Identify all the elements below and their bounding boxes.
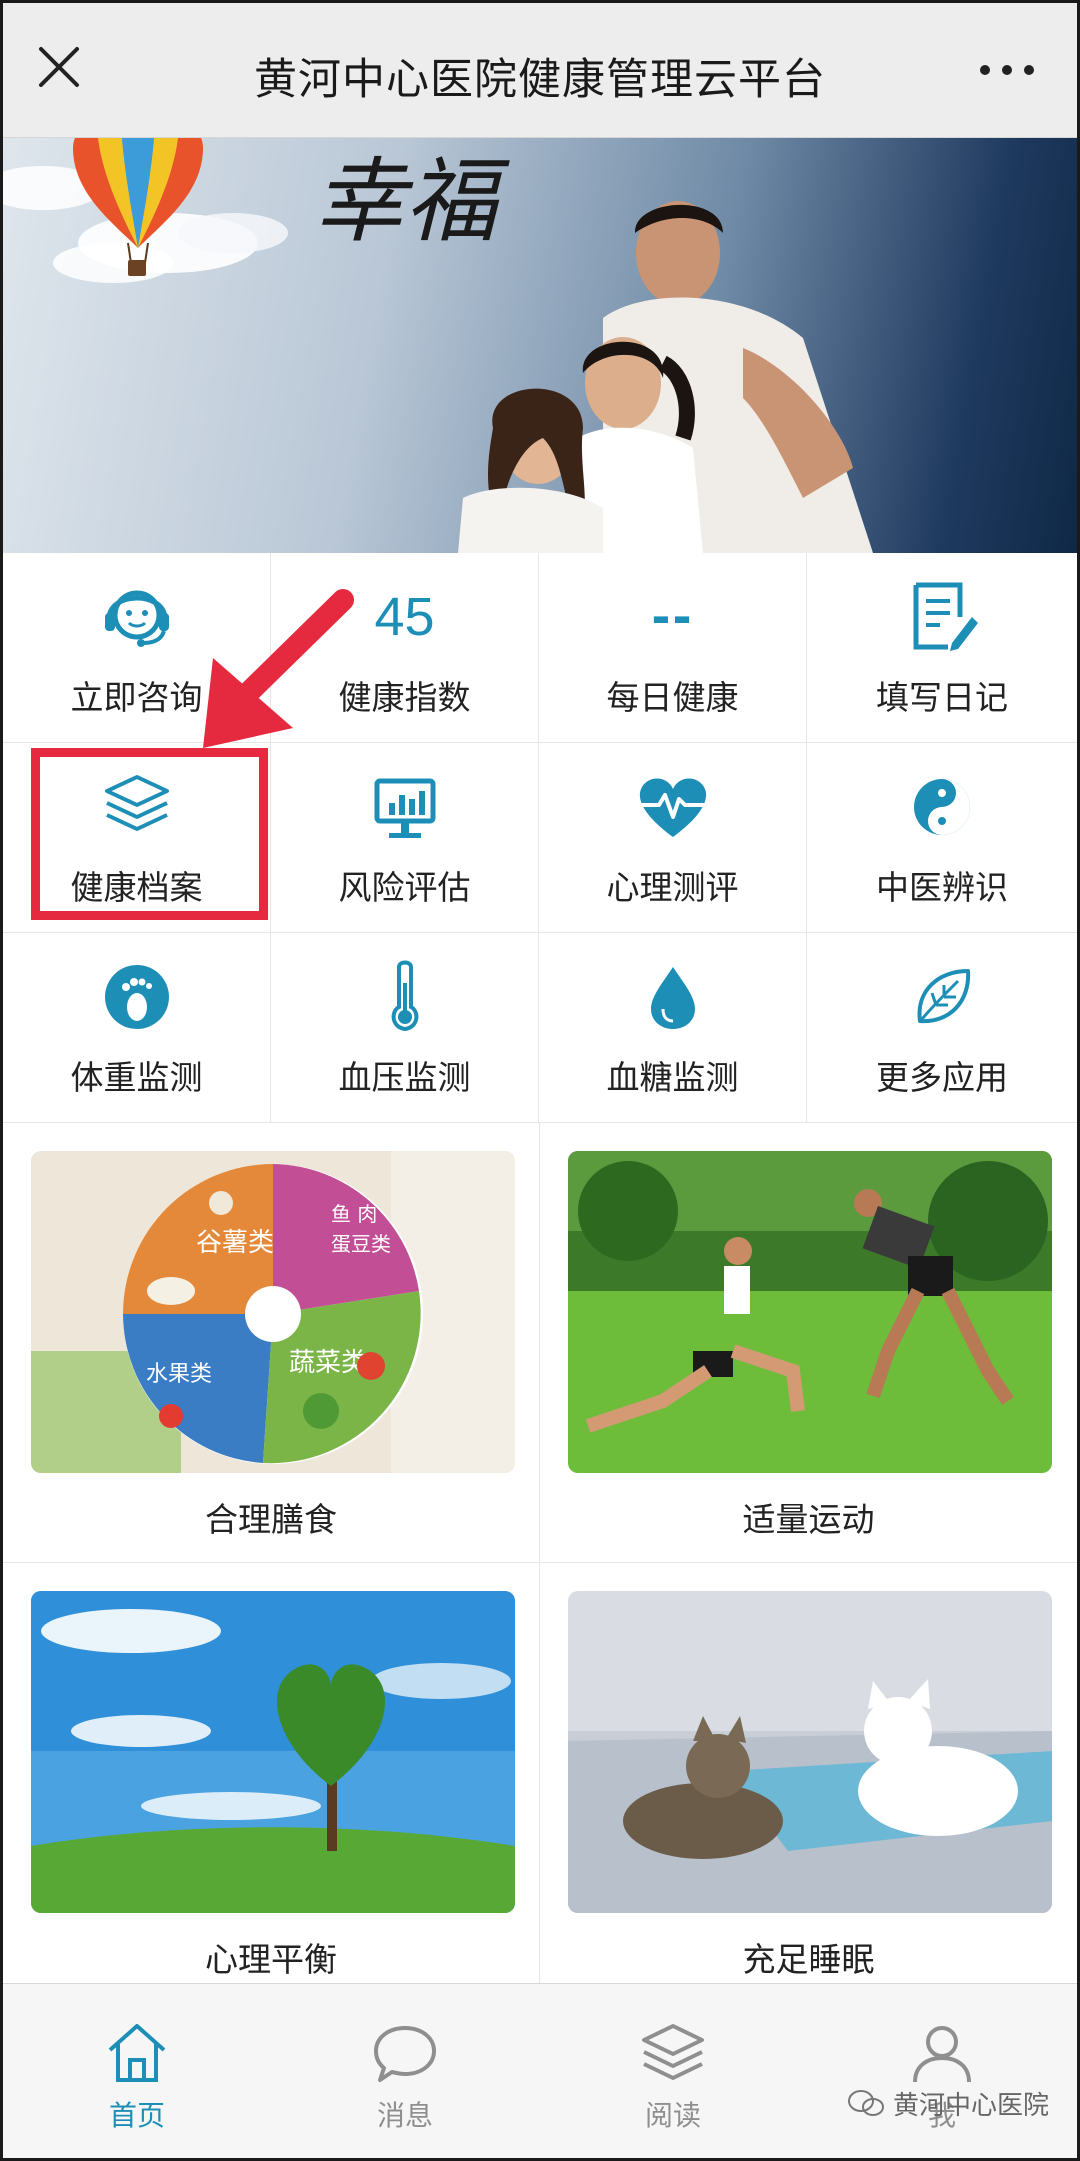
grid-label: 中医辨识 — [876, 868, 1008, 907]
footprint-icon — [104, 965, 169, 1029]
diet-image: 谷薯类 鱼 肉 蛋豆类 水果类 蔬菜类 — [31, 1151, 515, 1473]
yin-yang-icon — [914, 779, 970, 835]
grid-label: 风险评估 — [338, 868, 471, 907]
home-icon — [108, 2024, 166, 2082]
family-figures — [458, 201, 873, 553]
grid-label: 填写日记 — [876, 678, 1008, 717]
card-diet[interactable]: 谷薯类 鱼 肉 蛋豆类 水果类 蔬菜类 合理膳食 — [3, 1123, 540, 1563]
tab-home[interactable]: 首页 — [3, 1984, 271, 2158]
red-arrow-icon — [203, 589, 354, 748]
bottom-nav: 首页 消息 阅读 我 — [3, 1983, 1077, 2158]
page-title: 黄河中心医院健康管理云平台 — [254, 55, 826, 105]
tab-me[interactable]: 我 — [807, 1984, 1077, 2158]
edit-note-icon — [913, 582, 978, 651]
thermometer-icon — [391, 960, 418, 1032]
top-bar: 黄河中心医院健康管理云平台 — [3, 3, 1077, 138]
sleep-image — [568, 1591, 1052, 1913]
heart-pulse-icon — [639, 778, 706, 837]
banner-illustration: 幸福 — [3, 138, 873, 553]
plate-label-veg: 蔬菜类 — [289, 1348, 367, 1378]
plate-label-eggs: 蛋豆类 — [331, 1232, 391, 1256]
card-exercise[interactable]: 适量运动 — [540, 1123, 1077, 1563]
tab-messages[interactable]: 消息 — [271, 1984, 539, 2158]
tab-label: 阅读 — [644, 2099, 701, 2132]
chat-bubble-icon — [374, 2026, 436, 2082]
grid-item-psych-test[interactable]: 心理测评 — [539, 743, 807, 933]
card-caption: 心理平衡 — [205, 1940, 337, 1979]
grid-item-weight[interactable]: 体重监测 — [3, 933, 271, 1123]
leaf-icon — [917, 969, 971, 1024]
grid-item-daily-health[interactable]: -- 每日健康 — [539, 553, 807, 743]
banner-image[interactable]: 幸福 — [3, 138, 1077, 553]
banner-calligraphy: 幸福 — [313, 148, 510, 255]
more-dots-icon[interactable] — [977, 55, 1037, 85]
close-icon[interactable] — [33, 41, 85, 93]
tips-cards: 谷薯类 鱼 肉 蛋豆类 水果类 蔬菜类 合理膳食 适量运动 心理平衡 充足睡眠 — [3, 1123, 1077, 2003]
daily-health-value: -- — [651, 590, 694, 644]
grid-label: 体重监测 — [70, 1058, 203, 1097]
highlight-box — [31, 748, 268, 920]
exercise-image — [568, 1151, 1052, 1473]
health-index-value: 45 — [374, 587, 435, 647]
tab-reading[interactable]: 阅读 — [539, 1984, 807, 2158]
layers-stack-icon — [642, 2024, 704, 2080]
card-caption: 充足睡眠 — [742, 1940, 875, 1979]
grid-label: 血压监测 — [338, 1058, 471, 1097]
card-caption: 合理膳食 — [205, 1500, 337, 1539]
grid-item-diary[interactable]: 填写日记 — [807, 553, 1077, 743]
plate-label-grains: 谷薯类 — [196, 1228, 274, 1258]
user-icon — [913, 2026, 971, 2083]
card-sleep[interactable]: 充足睡眠 — [540, 1563, 1077, 2003]
mental-balance-image — [31, 1591, 515, 1913]
card-mental-balance[interactable]: 心理平衡 — [3, 1563, 540, 2003]
watermark-text: 黄河中心医院 — [892, 2091, 1049, 2121]
plate-label-fruit: 水果类 — [146, 1362, 212, 1387]
grid-item-blood-pressure[interactable]: 血压监测 — [271, 933, 539, 1123]
grid-label: 心理测评 — [606, 868, 739, 907]
grid-item-blood-sugar[interactable]: 血糖监测 — [539, 933, 807, 1123]
wechat-icon — [847, 2089, 884, 2116]
tab-label: 首页 — [108, 2099, 165, 2132]
grid-item-more-apps[interactable]: 更多应用 — [807, 933, 1077, 1123]
wechat-watermark: 黄河中心医院 — [847, 2085, 1049, 2122]
blood-drop-icon — [650, 967, 695, 1029]
monitor-chart-icon — [374, 778, 435, 838]
app-frame: 黄河中心医院健康管理云平台 幸福 立即咨询 45 健康指数 -- 每日健康 填写… — [0, 0, 1080, 2161]
grid-item-risk-assessment[interactable]: 风险评估 — [271, 743, 539, 933]
grid-label: 每日健康 — [606, 678, 739, 717]
grid-label: 更多应用 — [876, 1058, 1008, 1097]
grid-item-tcm[interactable]: 中医辨识 — [807, 743, 1077, 933]
tab-label: 消息 — [376, 2099, 433, 2132]
plate-label-fish: 鱼 肉 — [331, 1202, 377, 1226]
card-caption: 适量运动 — [742, 1500, 875, 1539]
headset-agent-icon — [104, 590, 169, 647]
grid-label: 血糖监测 — [606, 1058, 739, 1097]
